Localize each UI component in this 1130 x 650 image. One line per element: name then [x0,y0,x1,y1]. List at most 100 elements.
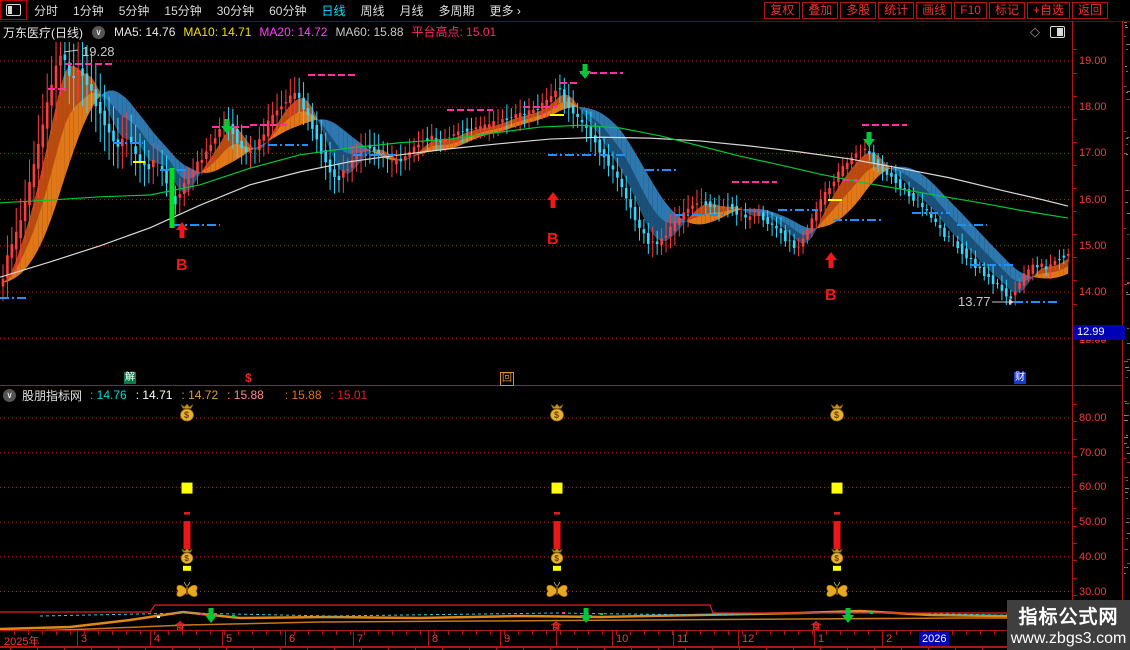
minor-tick [182,631,183,635]
menu-item-30分钟[interactable]: 30分钟 [217,2,254,19]
watermark-line2: www.zbgs3.com [1011,630,1127,648]
minor-tick [714,631,715,635]
minor-tick [882,631,883,635]
indicator-line-orange2 [0,618,1070,630]
event-marker-$[interactable]: $ [245,372,252,384]
strip-mark [1127,415,1129,416]
strip-mark [1125,202,1128,203]
minor-tick [784,631,785,635]
indicator-value: : 15.88 [285,388,322,402]
minor-tick [616,631,617,635]
menu-item-1分钟[interactable]: 1分钟 [73,2,104,19]
cloud-inner [1055,264,1059,272]
menu-item-多周期[interactable]: 多周期 [439,2,475,19]
toolbar-button-统计[interactable]: 统计 [878,2,914,19]
toolbar-button-标记[interactable]: 标记 [989,2,1025,19]
indicator-value: : 14.72 [181,388,218,402]
strip-mark [1124,477,1128,478]
month-label: 10 [616,633,628,645]
minor-tick [910,631,911,635]
strip-mark [1124,549,1128,550]
strip-mark [1124,437,1128,438]
strip-mark [1124,443,1127,444]
cloud-inner [339,147,343,172]
minor-tick [756,631,757,635]
event-marker-财[interactable]: 财 [1014,372,1026,384]
tdx-stock-app: 分时 1分钟 5分钟 15分钟 30分钟 60分钟日线周线月线多周期更多 › 复权叠加多股… [0,0,1130,650]
month-tick [612,631,613,646]
strip-mark [1126,71,1128,72]
event-marker-回[interactable]: 回 [500,372,514,386]
strip-mark [1127,518,1129,519]
strip-mark [1125,190,1129,191]
strip-mark [1126,92,1128,93]
minor-tick [896,631,897,635]
menu-item-更多 ›[interactable]: 更多 › [490,2,521,19]
month-label: 5 [226,633,232,645]
toolbar-button-多股[interactable]: 多股 [840,2,876,19]
ma-indicator: MA5: 14.76 [114,25,175,39]
indicator-values: : 14.76: 14.71: 14.72: 15.88: 15.88: 15.… [90,386,376,404]
strip-mark [1124,22,1127,23]
menu-item-周线[interactable]: 周线 [360,2,384,19]
price-axis-label: 14.00 [1079,286,1107,298]
event-marker-解[interactable]: 解 [124,372,136,384]
toolbar-button-叠加[interactable]: 叠加 [802,2,838,19]
low-annotation: 13.77 [958,294,991,309]
minor-tick [42,631,43,635]
minor-tick [574,631,575,635]
money-bag-icon: $ [831,404,844,421]
menu-item-60分钟[interactable]: 60分钟 [269,2,306,19]
window-toggle-button[interactable] [0,0,27,20]
cloud-inner [701,204,705,215]
menu-item-分时[interactable]: 分时 [34,2,58,19]
diamond-icon[interactable]: ◇ [1030,24,1040,40]
red-bar-icon [554,521,561,549]
month-label: 2 [886,633,892,645]
minor-tick [798,631,799,635]
indicator-label-row: ∨ 股朋指标网 : 14.76: 14.71: 14.72: 15.88: 15… [0,387,376,403]
minor-tick [336,631,337,635]
price-axis-label: 16.00 [1079,194,1107,206]
chevron-down-icon[interactable]: ∨ [92,26,105,39]
sub-axis-label: 60.00 [1079,481,1107,493]
indicator-name: 股朋指标网 [22,387,82,404]
menu-item-日线[interactable]: 日线 [321,2,345,19]
minor-tick [966,631,967,635]
minor-tick [28,631,29,635]
buy-arrow-icon [825,252,837,268]
minor-tick [308,631,309,635]
strip-mark [1126,447,1129,448]
panel-expand-icon[interactable] [1050,26,1065,38]
minor-tick [210,631,211,635]
strip-mark [1125,27,1128,28]
main-chart-canvas[interactable]: BBB19.2813.77 [0,42,1072,385]
minor-tick [112,631,113,635]
svg-text:$: $ [184,554,189,563]
yellow-square-icon [832,483,843,494]
menu-item-15分钟[interactable]: 15分钟 [164,2,201,19]
ma-indicator: MA20: 14.72 [259,25,327,39]
minor-tick [546,631,547,635]
menu-item-5分钟[interactable]: 5分钟 [119,2,150,19]
toolbar-button-复权[interactable]: 复权 [764,2,800,19]
toolbar-button-返回[interactable]: 返回 [1072,2,1108,19]
minor-tick [238,631,239,635]
toolbar-button-+自选[interactable]: +自选 [1027,2,1070,19]
minor-tick [854,631,855,635]
cloud-inner [750,212,754,216]
sub-chart-canvas[interactable]: $$$$$$食食食 [0,404,1072,630]
menu-item-月线[interactable]: 月线 [400,2,424,19]
red-dash-icon [554,512,560,515]
toolbar-button-画线[interactable]: 画线 [916,2,952,19]
toolbar-button-F10[interactable]: F10 [954,2,987,19]
price-axis-label: 17.00 [1079,147,1107,159]
minor-tick [322,631,323,635]
chevron-down-icon-sub[interactable]: ∨ [3,389,16,402]
strip-mark [1124,284,1127,285]
strip-mark [1127,258,1129,259]
strip-mark [1124,401,1127,402]
sub-axis-label: 70.00 [1079,447,1107,459]
month-label: 1 [818,633,824,645]
last-price-box: 12.99 [1073,325,1125,340]
